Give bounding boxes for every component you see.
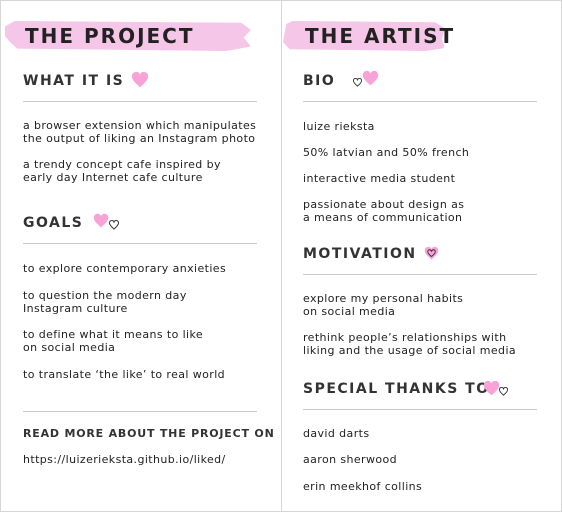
- motivation-item: explore my personal habits on social med…: [303, 292, 464, 318]
- goal-item: to explore contemporary anxieties: [23, 262, 227, 275]
- what-it-is-heading: WHAT IT IS: [23, 73, 125, 89]
- thanks-item: david darts: [303, 427, 370, 440]
- divider-rule: [23, 243, 257, 244]
- thanks-item: erin meekhof collins: [303, 480, 423, 493]
- motivation-item: rethink people’s relationships with liki…: [303, 331, 517, 357]
- project-title: THE PROJECT: [25, 24, 195, 48]
- divider-rule: [303, 409, 537, 410]
- read-more-heading: READ MORE ABOUT THE PROJECT ON: [23, 427, 275, 440]
- bio-item: 50% latvian and 50% french: [303, 146, 470, 159]
- bio-item: luize rieksta: [303, 120, 375, 133]
- outline-heart-icon: [353, 78, 362, 87]
- divider-rule: [303, 274, 537, 275]
- pink-heart-icon: [93, 213, 109, 228]
- what-it-is-item: a trendy concept cafe inspired by early …: [23, 158, 221, 184]
- goal-item: to question the modern day Instagram cul…: [23, 289, 187, 315]
- pink-heart-icon: [424, 246, 439, 260]
- motivation-heading: MOTIVATION: [303, 246, 417, 262]
- pink-heart-icon: [131, 71, 149, 88]
- info-page: THE PROJECT WHAT IT IS a browser extensi…: [0, 0, 562, 512]
- project-link[interactable]: https://luizerieksta.github.io/liked/: [23, 453, 226, 466]
- bio-item: interactive media student: [303, 172, 456, 185]
- thanks-item: aaron sherwood: [303, 453, 397, 466]
- bio-item: passionate about design as a means of co…: [303, 198, 465, 224]
- bio-heading: BIO: [303, 73, 336, 89]
- goals-heading: GOALS: [23, 215, 84, 231]
- divider-rule: [23, 411, 257, 412]
- outline-heart-icon: [109, 220, 119, 230]
- pink-heart-icon: [362, 70, 379, 86]
- thanks-heading: SPECIAL THANKS TO: [303, 381, 490, 397]
- pink-heart-icon: [483, 380, 500, 396]
- goal-item: to define what it means to like on socia…: [23, 328, 204, 354]
- artist-title: THE ARTIST: [305, 24, 456, 48]
- goal-item: to translate ‘the like’ to real world: [23, 368, 226, 381]
- column-divider: [281, 1, 282, 511]
- divider-rule: [23, 101, 257, 102]
- outline-heart-icon: [499, 387, 508, 396]
- divider-rule: [303, 101, 537, 102]
- what-it-is-item: a browser extension which manipulates th…: [23, 119, 257, 145]
